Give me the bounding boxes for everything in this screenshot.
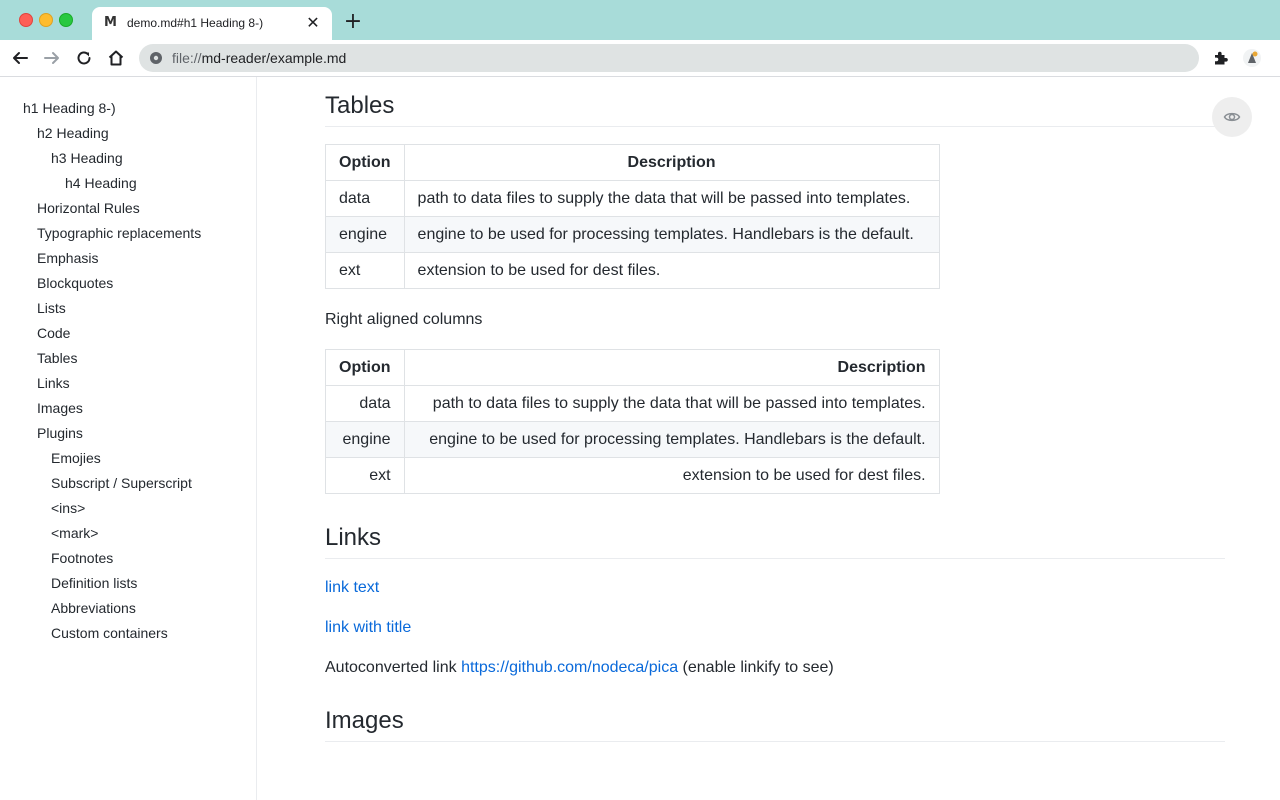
toc-item-lists[interactable]: Lists <box>37 298 66 318</box>
close-tab-icon[interactable]: ✕ <box>304 14 322 32</box>
toc-item-typographic-replacements[interactable]: Typographic replacements <box>37 223 201 243</box>
table-row: engine engine to be used for processing … <box>325 216 940 253</box>
toc-item-blockquotes[interactable]: Blockquotes <box>37 273 113 293</box>
table-of-contents: h1 Heading 8-) h2 Heading h3 Heading h4 … <box>0 77 257 800</box>
url-scheme: file:// <box>172 50 202 66</box>
toc-item-h1-heading[interactable]: h1 Heading 8-) <box>23 98 116 118</box>
close-window-button[interactable] <box>19 13 33 27</box>
home-button[interactable] <box>104 46 128 70</box>
eye-icon <box>1223 112 1241 122</box>
toc-item-h3-heading[interactable]: h3 Heading <box>51 148 123 168</box>
table-cell-option: ext <box>325 457 405 494</box>
table-header-option: Option <box>325 349 405 386</box>
browser-tab[interactable]: M demo.md#h1 Heading 8-) ✕ <box>92 7 332 40</box>
right-aligned-table: Option Description data path to data fil… <box>325 349 940 494</box>
toc-item-emojies[interactable]: Emojies <box>51 448 101 468</box>
table-cell-description: path to data files to supply the data th… <box>403 180 940 217</box>
toc-item-ins[interactable]: <ins> <box>51 498 85 518</box>
browser-toolbar: file://md-reader/example.md <box>0 40 1280 77</box>
reload-button[interactable] <box>72 46 96 70</box>
toc-item-code[interactable]: Code <box>37 323 70 343</box>
new-tab-button[interactable]: + <box>342 11 364 33</box>
options-table: Option Description data path to data fil… <box>325 144 940 289</box>
site-info-icon[interactable] <box>149 51 163 65</box>
tab-bar: M demo.md#h1 Heading 8-) ✕ + <box>0 0 1280 40</box>
link-with-title[interactable]: link with title <box>325 619 411 637</box>
autolink-prefix: Autoconverted link <box>325 659 462 676</box>
autolink-url[interactable]: https://github.com/nodeca/pica <box>461 659 678 676</box>
tables-heading: Tables <box>325 77 1225 127</box>
links-heading: Links <box>325 509 1225 559</box>
table-cell-description: path to data files to supply the data th… <box>403 385 940 422</box>
table-cell-option: data <box>325 180 405 217</box>
markdown-content: Tables Option Description data path to d… <box>325 77 1225 800</box>
images-heading: Images <box>325 692 1225 742</box>
table-row: engine engine to be used for processing … <box>325 421 940 458</box>
url-text: file://md-reader/example.md <box>172 50 346 66</box>
toc-item-links[interactable]: Links <box>37 373 70 393</box>
table-cell-option: engine <box>325 421 405 458</box>
minimize-window-button[interactable] <box>39 13 53 27</box>
forward-button[interactable] <box>40 46 64 70</box>
extensions-button[interactable] <box>1209 46 1233 70</box>
profile-button[interactable] <box>1240 46 1264 70</box>
toc-item-plugins[interactable]: Plugins <box>37 423 83 443</box>
toc-item-emphasis[interactable]: Emphasis <box>37 248 98 268</box>
back-button[interactable] <box>8 46 32 70</box>
table-header-description: Description <box>403 349 940 386</box>
toc-item-mark[interactable]: <mark> <box>51 523 98 543</box>
table-row: ext extension to be used for dest files. <box>325 252 940 289</box>
home-icon <box>108 50 124 66</box>
right-aligned-caption: Right aligned columns <box>325 311 483 328</box>
puzzle-icon <box>1215 51 1228 65</box>
table-header-row: Option Description <box>325 349 940 386</box>
preview-toggle-button[interactable] <box>1212 97 1252 137</box>
toc-item-footnotes[interactable]: Footnotes <box>51 548 113 568</box>
table-row: ext extension to be used for dest files. <box>325 457 940 494</box>
toc-item-subscript-superscript[interactable]: Subscript / Superscript <box>51 473 192 493</box>
table-cell-description: extension to be used for dest files. <box>403 252 940 289</box>
table-cell-description: engine to be used for processing templat… <box>403 421 940 458</box>
toc-item-h2-heading[interactable]: h2 Heading <box>37 123 109 143</box>
reload-icon <box>77 51 91 65</box>
toc-item-abbreviations[interactable]: Abbreviations <box>51 598 136 618</box>
table-cell-option: data <box>325 385 405 422</box>
toc-item-definition-lists[interactable]: Definition lists <box>51 573 137 593</box>
autolink-suffix: (enable linkify to see) <box>678 659 834 676</box>
url-path: md-reader/example.md <box>201 50 347 66</box>
table-header-option: Option <box>325 144 405 181</box>
table-row: data path to data files to supply the da… <box>325 385 940 422</box>
table-cell-option: engine <box>325 216 405 253</box>
toc-item-h4-heading[interactable]: h4 Heading <box>65 173 137 193</box>
markdown-favicon-icon: M <box>104 15 117 30</box>
table-cell-description: engine to be used for processing templat… <box>403 216 940 253</box>
toc-item-images[interactable]: Images <box>37 398 83 418</box>
back-arrow-icon <box>13 52 28 64</box>
toc-item-custom-containers[interactable]: Custom containers <box>51 623 168 643</box>
table-row: data path to data files to supply the da… <box>325 180 940 217</box>
autoconverted-link-paragraph: Autoconverted link https://github.com/no… <box>325 659 834 677</box>
table-header-description: Description <box>403 144 940 181</box>
table-cell-option: ext <box>325 252 405 289</box>
table-cell-description: extension to be used for dest files. <box>403 457 940 494</box>
table-header-row: Option Description <box>325 144 940 181</box>
toc-item-tables[interactable]: Tables <box>37 348 77 368</box>
forward-arrow-icon <box>44 52 59 64</box>
maximize-window-button[interactable] <box>59 13 73 27</box>
link-text[interactable]: link text <box>325 579 379 597</box>
avatar <box>1243 49 1261 67</box>
address-bar[interactable]: file://md-reader/example.md <box>139 44 1199 72</box>
toc-item-horizontal-rules[interactable]: Horizontal Rules <box>37 198 140 218</box>
tab-title: demo.md#h1 Heading 8-) <box>127 16 264 30</box>
